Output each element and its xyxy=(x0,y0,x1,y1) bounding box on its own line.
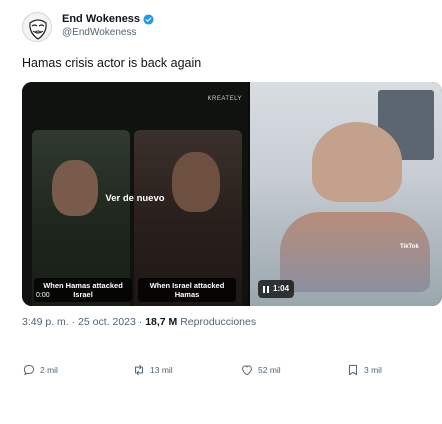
watermark: KREATELY xyxy=(207,96,242,102)
author-display-name[interactable]: End Wokeness xyxy=(62,13,140,25)
action-bar: 2 mil 13 mil 52 mil 3 mil xyxy=(22,363,422,381)
tweet-time[interactable]: 3:49 p. m. xyxy=(22,316,69,328)
video-thumbnail-left[interactable]: KREATELY Ver de nuevo When Hamas attacke… xyxy=(22,82,248,306)
views-label: Reproducciones xyxy=(180,316,257,328)
repost-button[interactable]: 13 mil xyxy=(132,363,173,377)
tweet-date[interactable]: 25 oct. 2023 xyxy=(78,316,136,328)
media-container[interactable]: KREATELY Ver de nuevo When Hamas attacke… xyxy=(22,82,442,306)
playback-control[interactable]: 1:04 xyxy=(258,280,295,298)
reply-icon xyxy=(23,364,35,376)
tweet-text: Hamas crisis actor is back again xyxy=(22,56,202,70)
like-button[interactable]: 52 mil xyxy=(240,363,281,377)
reply-count: 2 mil xyxy=(40,365,58,375)
author-handle[interactable]: @EndWokeness xyxy=(62,27,136,38)
replay-button[interactable]: Ver de nuevo xyxy=(84,188,186,210)
heart-icon xyxy=(242,365,252,376)
mask-icon xyxy=(24,14,51,41)
verified-badge-icon xyxy=(143,13,154,25)
repost-count: 13 mil xyxy=(150,365,173,375)
tiktok-watermark: TikTok xyxy=(400,244,419,250)
left-video-time: 0:00 xyxy=(36,292,50,299)
meta-separator: · xyxy=(138,316,143,328)
avatar[interactable] xyxy=(22,12,52,42)
meta-separator: · xyxy=(71,316,76,328)
like-count: 52 mil xyxy=(258,365,281,375)
pause-icon[interactable] xyxy=(263,285,269,293)
bookmark-button[interactable]: 3 mil xyxy=(346,363,382,377)
tweet-meta: 3:49 p. m. · 25 oct. 2023 · 18,7 M Repro… xyxy=(22,316,256,328)
reply-button[interactable]: 2 mil xyxy=(22,363,58,377)
tweet-header: End Wokeness @EndWokeness xyxy=(22,8,422,44)
video-player[interactable]: TikTok 1:04 xyxy=(250,82,442,306)
video-caption-right: When Israel attacked Hamas xyxy=(138,278,236,302)
views-count: 18,7 M xyxy=(145,316,178,328)
bookmark-icon xyxy=(349,364,357,376)
bookmark-count: 3 mil xyxy=(364,365,382,375)
repost-icon xyxy=(135,364,143,376)
playback-time: 1:04 xyxy=(273,284,290,293)
person-image xyxy=(312,122,402,202)
patient-image xyxy=(280,212,430,292)
